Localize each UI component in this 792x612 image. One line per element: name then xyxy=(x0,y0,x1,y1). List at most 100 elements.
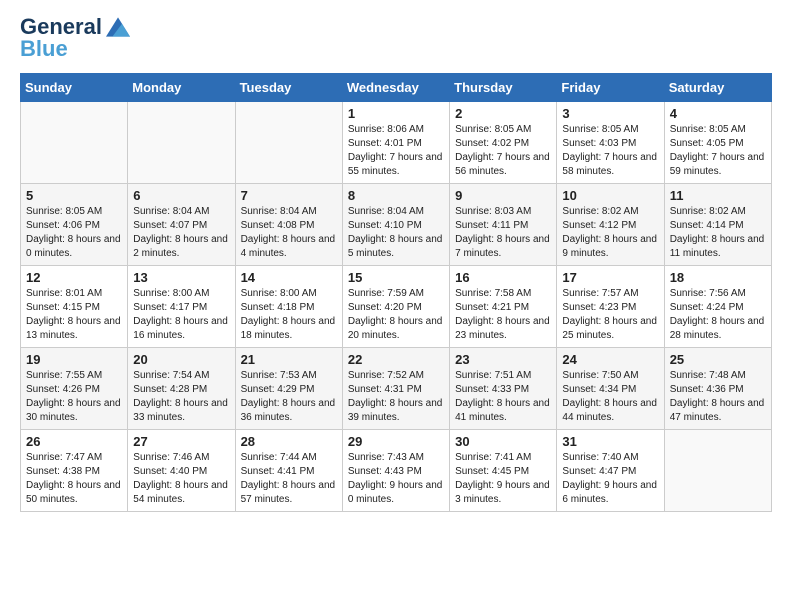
calendar-cell: 27Sunrise: 7:46 AMSunset: 4:40 PMDayligh… xyxy=(128,430,235,512)
logo: General Blue xyxy=(20,16,130,61)
logo-blue-text: Blue xyxy=(20,36,68,61)
day-number: 31 xyxy=(562,434,658,449)
cell-content: Sunrise: 7:57 AMSunset: 4:23 PMDaylight:… xyxy=(562,287,658,343)
page: General Blue SundayMondayTuesdayWednesda… xyxy=(0,0,792,528)
day-number: 18 xyxy=(670,270,766,285)
cell-content: Sunrise: 7:58 AMSunset: 4:21 PMDaylight:… xyxy=(455,287,551,343)
calendar-cell: 18 Sunrise: 7:56 AMSunset: 4:24 PMDayligh… xyxy=(664,266,771,348)
calendar-cell: 13 Sunrise: 8:00 AMSunset: 4:17 PMDayligh… xyxy=(128,266,235,348)
weekday-header: Tuesday xyxy=(235,74,342,102)
cell-content: Sunrise: 7:52 AMSunset: 4:31 PMDaylight:… xyxy=(348,369,444,425)
cell-content: Sunrise: 8:05 AMSunset: 4:05 PMDaylight:… xyxy=(670,123,766,179)
cell-content: Sunrise: 7:43 AMSunset: 4:43 PMDaylight:… xyxy=(348,451,444,507)
header: General Blue xyxy=(20,16,772,61)
calendar-week-row: 12 Sunrise: 8:01 AMSunset: 4:15 PMDayligh… xyxy=(21,266,772,348)
day-number: 10 xyxy=(562,188,658,203)
calendar-week-row: 1 Sunrise: 8:06 AMSunset: 4:01 PMDaylight… xyxy=(21,102,772,184)
day-number: 14 xyxy=(241,270,337,285)
cell-content: Sunrise: 8:04 AMSunset: 4:07 PMDaylight:… xyxy=(133,205,229,261)
cell-content: Sunrise: 8:02 AMSunset: 4:14 PMDaylight:… xyxy=(670,205,766,261)
calendar-cell: 29 Sunrise: 7:43 AMSunset: 4:43 PMDayligh… xyxy=(342,430,449,512)
calendar-cell xyxy=(128,102,235,184)
day-number: 3 xyxy=(562,106,658,121)
calendar-cell: 14Sunrise: 8:00 AMSunset: 4:18 PMDayligh… xyxy=(235,266,342,348)
calendar-cell: 26Sunrise: 7:47 AMSunset: 4:38 PMDayligh… xyxy=(21,430,128,512)
calendar-cell: 9Sunrise: 8:03 AMSunset: 4:11 PMDaylight… xyxy=(450,184,557,266)
cell-content: Sunrise: 8:05 AMSunset: 4:06 PMDaylight:… xyxy=(26,205,122,261)
cell-content: Sunrise: 7:50 AMSunset: 4:34 PMDaylight:… xyxy=(562,369,658,425)
day-number: 20 xyxy=(133,352,229,367)
day-number: 15 xyxy=(348,270,444,285)
cell-content: Sunrise: 7:41 AMSunset: 4:45 PMDaylight:… xyxy=(455,451,551,507)
calendar-cell: 7 Sunrise: 8:04 AMSunset: 4:08 PMDaylight… xyxy=(235,184,342,266)
weekday-header: Sunday xyxy=(21,74,128,102)
day-number: 7 xyxy=(241,188,337,203)
cell-content: Sunrise: 8:01 AMSunset: 4:15 PMDaylight:… xyxy=(26,287,122,343)
calendar-week-row: 5Sunrise: 8:05 AMSunset: 4:06 PMDaylight… xyxy=(21,184,772,266)
calendar-cell: 19Sunrise: 7:55 AMSunset: 4:26 PMDayligh… xyxy=(21,348,128,430)
cell-content: Sunrise: 7:54 AMSunset: 4:28 PMDaylight:… xyxy=(133,369,229,425)
calendar-cell: 17Sunrise: 7:57 AMSunset: 4:23 PMDayligh… xyxy=(557,266,664,348)
cell-content: Sunrise: 8:02 AMSunset: 4:12 PMDaylight:… xyxy=(562,205,658,261)
day-number: 24 xyxy=(562,352,658,367)
cell-content: Sunrise: 8:04 AMSunset: 4:08 PMDaylight:… xyxy=(241,205,337,261)
calendar-cell: 1 Sunrise: 8:06 AMSunset: 4:01 PMDaylight… xyxy=(342,102,449,184)
day-number: 21 xyxy=(241,352,337,367)
day-number: 12 xyxy=(26,270,122,285)
calendar-cell: 5Sunrise: 8:05 AMSunset: 4:06 PMDaylight… xyxy=(21,184,128,266)
calendar: SundayMondayTuesdayWednesdayThursdayFrid… xyxy=(20,73,772,512)
calendar-cell: 11 Sunrise: 8:02 AMSunset: 4:14 PMDayligh… xyxy=(664,184,771,266)
day-number: 22 xyxy=(348,352,444,367)
calendar-cell: 28 Sunrise: 7:44 AMSunset: 4:41 PMDayligh… xyxy=(235,430,342,512)
weekday-header: Saturday xyxy=(664,74,771,102)
day-number: 25 xyxy=(670,352,766,367)
calendar-cell xyxy=(664,430,771,512)
cell-content: Sunrise: 7:56 AMSunset: 4:24 PMDaylight:… xyxy=(670,287,766,343)
calendar-cell: 10 Sunrise: 8:02 AMSunset: 4:12 PMDayligh… xyxy=(557,184,664,266)
cell-content: Sunrise: 8:05 AMSunset: 4:03 PMDaylight:… xyxy=(562,123,658,179)
calendar-cell: 30 Sunrise: 7:41 AMSunset: 4:45 PMDayligh… xyxy=(450,430,557,512)
day-number: 11 xyxy=(670,188,766,203)
calendar-cell: 21 Sunrise: 7:53 AMSunset: 4:29 PMDayligh… xyxy=(235,348,342,430)
calendar-cell: 3 Sunrise: 8:05 AMSunset: 4:03 PMDaylight… xyxy=(557,102,664,184)
logo-text: General xyxy=(20,16,102,38)
calendar-week-row: 19Sunrise: 7:55 AMSunset: 4:26 PMDayligh… xyxy=(21,348,772,430)
cell-content: Sunrise: 7:55 AMSunset: 4:26 PMDaylight:… xyxy=(26,369,122,425)
calendar-cell: 4 Sunrise: 8:05 AMSunset: 4:05 PMDaylight… xyxy=(664,102,771,184)
weekday-header: Friday xyxy=(557,74,664,102)
calendar-cell: 31Sunrise: 7:40 AMSunset: 4:47 PMDayligh… xyxy=(557,430,664,512)
calendar-cell: 20 Sunrise: 7:54 AMSunset: 4:28 PMDayligh… xyxy=(128,348,235,430)
day-number: 4 xyxy=(670,106,766,121)
cell-content: Sunrise: 8:05 AMSunset: 4:02 PMDaylight:… xyxy=(455,123,551,179)
day-number: 1 xyxy=(348,106,444,121)
day-number: 2 xyxy=(455,106,551,121)
calendar-cell: 12 Sunrise: 8:01 AMSunset: 4:15 PMDayligh… xyxy=(21,266,128,348)
calendar-cell: 16Sunrise: 7:58 AMSunset: 4:21 PMDayligh… xyxy=(450,266,557,348)
day-number: 30 xyxy=(455,434,551,449)
cell-content: Sunrise: 8:06 AMSunset: 4:01 PMDaylight:… xyxy=(348,123,444,179)
cell-content: Sunrise: 7:59 AMSunset: 4:20 PMDaylight:… xyxy=(348,287,444,343)
day-number: 28 xyxy=(241,434,337,449)
weekday-header: Thursday xyxy=(450,74,557,102)
calendar-week-row: 26Sunrise: 7:47 AMSunset: 4:38 PMDayligh… xyxy=(21,430,772,512)
day-number: 13 xyxy=(133,270,229,285)
calendar-cell xyxy=(235,102,342,184)
day-number: 6 xyxy=(133,188,229,203)
day-number: 27 xyxy=(133,434,229,449)
calendar-cell: 15 Sunrise: 7:59 AMSunset: 4:20 PMDayligh… xyxy=(342,266,449,348)
cell-content: Sunrise: 7:44 AMSunset: 4:41 PMDaylight:… xyxy=(241,451,337,507)
weekday-header: Monday xyxy=(128,74,235,102)
cell-content: Sunrise: 7:48 AMSunset: 4:36 PMDaylight:… xyxy=(670,369,766,425)
day-number: 29 xyxy=(348,434,444,449)
logo-icon xyxy=(106,17,130,37)
calendar-cell: 8 Sunrise: 8:04 AMSunset: 4:10 PMDaylight… xyxy=(342,184,449,266)
calendar-cell: 25 Sunrise: 7:48 AMSunset: 4:36 PMDayligh… xyxy=(664,348,771,430)
calendar-cell xyxy=(21,102,128,184)
day-number: 8 xyxy=(348,188,444,203)
day-number: 9 xyxy=(455,188,551,203)
weekday-header-row: SundayMondayTuesdayWednesdayThursdayFrid… xyxy=(21,74,772,102)
cell-content: Sunrise: 7:51 AMSunset: 4:33 PMDaylight:… xyxy=(455,369,551,425)
cell-content: Sunrise: 8:00 AMSunset: 4:17 PMDaylight:… xyxy=(133,287,229,343)
cell-content: Sunrise: 8:04 AMSunset: 4:10 PMDaylight:… xyxy=(348,205,444,261)
cell-content: Sunrise: 7:53 AMSunset: 4:29 PMDaylight:… xyxy=(241,369,337,425)
